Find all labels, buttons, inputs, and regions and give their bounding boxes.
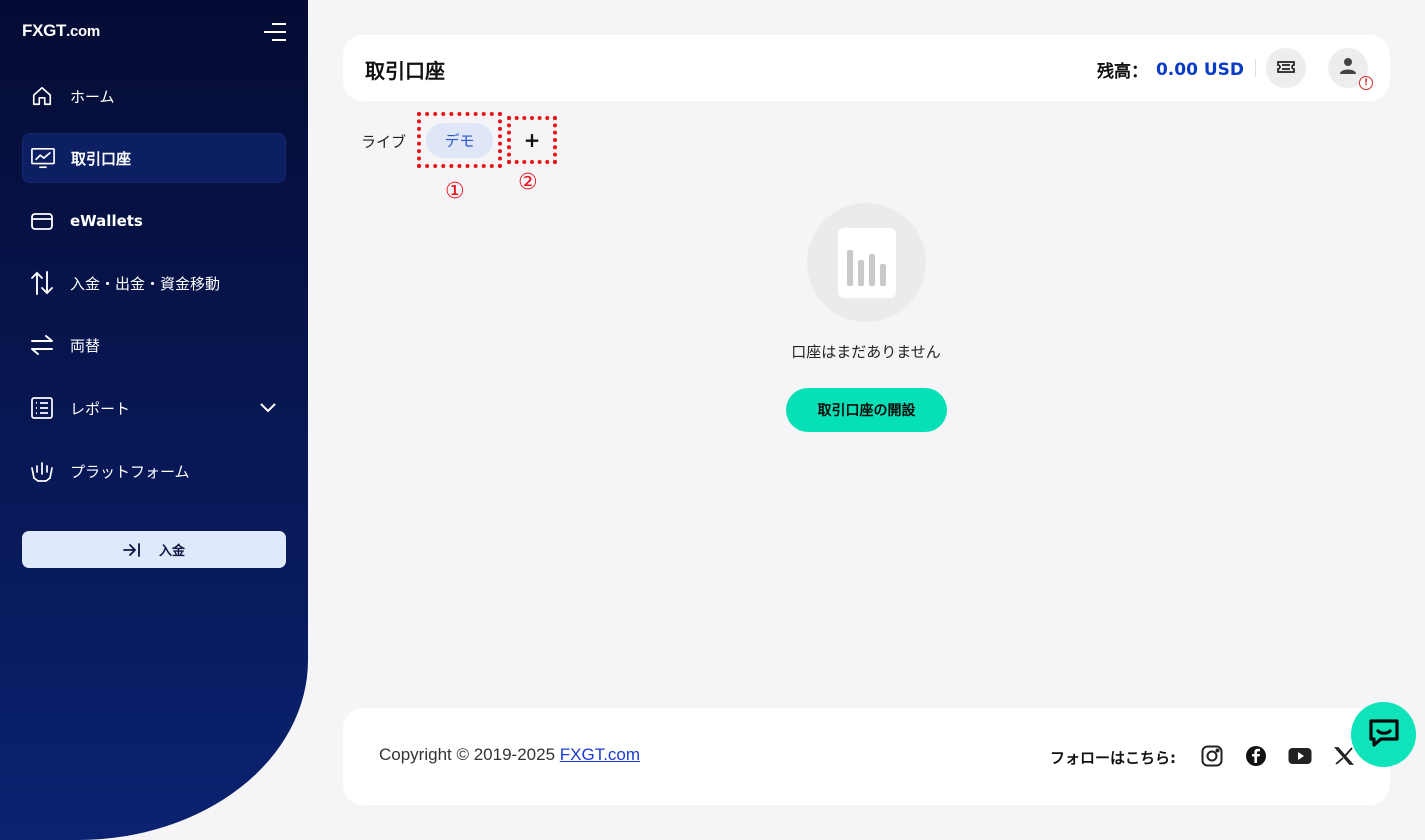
chat-icon <box>1367 717 1401 753</box>
user-profile-button[interactable]: ! <box>1328 48 1373 90</box>
wallet-icon <box>30 209 54 233</box>
report-list-icon <box>30 396 54 420</box>
sidebar-item-label: 両替 <box>70 336 101 355</box>
balance-display: 残高： 0.00 USD <box>1096 57 1244 83</box>
annotation-box-demo <box>417 112 502 168</box>
sidebar-item-label: プラットフォーム <box>70 462 190 481</box>
sidebar-item-label: レポート <box>70 399 131 418</box>
transfer-arrows-icon <box>30 271 54 295</box>
annotation-marker-1: ① <box>445 179 465 204</box>
balance-value: 0.00 USD <box>1155 59 1244 80</box>
logo-text: FXGT <box>22 21 67 40</box>
fxgt-link[interactable]: FXGT.com <box>560 745 640 764</box>
chevron-down-icon[interactable] <box>260 399 276 417</box>
sidebar-item-exchange[interactable]: 両替 <box>22 320 286 370</box>
exchange-icon <box>30 333 54 357</box>
bar-chart-icon <box>837 227 896 298</box>
sidebar-item-trading-accounts[interactable]: 取引口座 <box>22 133 286 183</box>
facebook-icon[interactable] <box>1244 744 1268 768</box>
home-icon <box>30 84 54 108</box>
ticket-button[interactable] <box>1266 48 1306 88</box>
copyright-label: Copyright © 2019-2025 <box>379 745 560 764</box>
annotation-box-add <box>507 116 557 164</box>
tab-live[interactable]: ライブ <box>361 131 406 152</box>
alert-badge-icon: ! <box>1359 76 1373 90</box>
header-divider <box>1255 59 1256 77</box>
chat-support-button[interactable] <box>1351 702 1416 767</box>
arrow-in-icon <box>123 542 141 557</box>
menu-toggle-icon[interactable] <box>264 22 286 42</box>
sidebar: FXGT.com ホーム 取引口座 eWallets 入金・出金・資金移動 両替… <box>0 0 308 840</box>
empty-state-message: 口座はまだありません <box>791 343 941 361</box>
sidebar-item-label: 入金・出金・資金移動 <box>70 274 221 293</box>
sidebar-item-platform[interactable]: プラットフォーム <box>22 446 286 496</box>
header-bar: 取引口座 残高： 0.00 USD ! <box>343 35 1390 101</box>
open-account-button[interactable]: 取引口座の開設 <box>786 388 947 432</box>
footer: Copyright © 2019-2025 FXGT.com フォローはこちら: <box>343 708 1390 805</box>
sidebar-item-ewallets[interactable]: eWallets <box>22 196 286 246</box>
sidebar-item-home[interactable]: ホーム <box>22 71 286 121</box>
deposit-button[interactable]: 入金 <box>22 531 286 568</box>
follow-label: フォローはこちら: <box>1050 749 1176 767</box>
sidebar-item-report[interactable]: レポート <box>22 383 286 433</box>
logo-suffix: .com <box>66 23 100 40</box>
fxgt-logo[interactable]: FXGT.com <box>22 21 100 41</box>
sidebar-item-label: eWallets <box>70 212 143 230</box>
ticket-icon <box>1277 59 1295 78</box>
copyright-text: Copyright © 2019-2025 FXGT.com <box>379 745 640 765</box>
user-icon <box>1339 57 1357 79</box>
sidebar-item-label: ホーム <box>70 87 115 106</box>
x-icon[interactable] <box>1332 744 1356 768</box>
empty-state-illustration <box>807 203 926 322</box>
youtube-icon[interactable] <box>1288 744 1312 768</box>
sidebar-item-funds[interactable]: 入金・出金・資金移動 <box>22 258 286 308</box>
instagram-icon[interactable] <box>1200 744 1224 768</box>
page-title: 取引口座 <box>365 59 445 83</box>
sidebar-item-label: 取引口座 <box>71 149 132 168</box>
annotation-marker-2: ② <box>518 170 538 195</box>
chart-monitor-icon <box>31 146 55 170</box>
balance-label: 残高： <box>1096 62 1148 82</box>
platform-icon <box>30 459 54 483</box>
deposit-label: 入金 <box>158 544 185 559</box>
